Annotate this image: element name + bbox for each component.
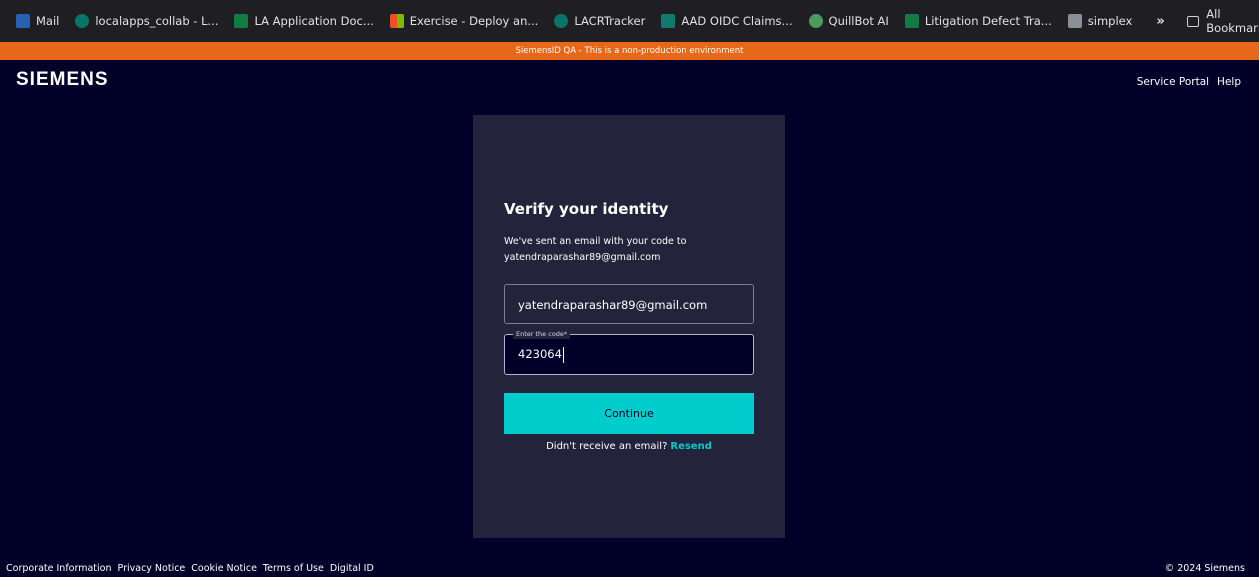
footer-link-privacy-notice[interactable]: Privacy Notice: [118, 563, 186, 574]
bookmark-la-application[interactable]: LA Application Doc...: [228, 9, 379, 33]
aad-icon: [661, 14, 676, 28]
card-title: Verify your identity: [504, 200, 669, 218]
bookmark-quillbot[interactable]: QuillBot AI: [803, 9, 895, 33]
microsoft-icon: [389, 14, 404, 28]
service-portal-link[interactable]: Service Portal: [1137, 76, 1209, 88]
bookmark-exercise[interactable]: Exercise - Deploy an...: [384, 9, 545, 33]
bookmark-lacrtracker[interactable]: LACRTracker: [548, 9, 651, 33]
resend-question: Didn't receive an email?: [546, 441, 668, 452]
all-bookmarks-label: All Bookmarks: [1206, 7, 1259, 35]
footer-link-cookie-notice[interactable]: Cookie Notice: [191, 563, 257, 574]
footer-link-corporate-information[interactable]: Corporate Information: [6, 563, 112, 574]
mail-icon: [16, 14, 30, 28]
environment-banner: SiemensID QA - This is a non-production …: [0, 42, 1259, 60]
bookmark-localapps[interactable]: localapps_collab - L...: [69, 9, 224, 33]
bookmark-label: LA Application Doc...: [254, 14, 374, 28]
bookmark-label: localapps_collab - L...: [95, 14, 219, 28]
bookmark-label: LACRTracker: [574, 14, 646, 28]
bookmark-label: Exercise - Deploy an...: [409, 14, 539, 28]
code-input-value: 423064: [518, 335, 564, 374]
resend-row: Didn't receive an email? Resend: [473, 441, 785, 452]
code-input[interactable]: Enter the code* 423064: [504, 329, 754, 375]
bookmark-mail[interactable]: Mail: [10, 9, 65, 33]
bookmark-label: QuillBot AI: [828, 14, 889, 28]
more-bookmarks-icon[interactable]: »: [1146, 14, 1174, 29]
all-bookmarks-button[interactable]: All Bookmarks: [1186, 7, 1259, 35]
verify-identity-card: Verify your identity We've sent an email…: [473, 115, 785, 538]
continue-button[interactable]: Continue: [504, 393, 754, 434]
bookmark-aad-oidc[interactable]: AAD OIDC Claims...: [655, 9, 798, 33]
help-link[interactable]: Help: [1217, 76, 1241, 88]
copyright: © 2024 Siemens: [1164, 563, 1245, 574]
bookmark-simplex[interactable]: simplex: [1062, 9, 1139, 33]
resend-link[interactable]: Resend: [670, 441, 712, 452]
footer-link-digital-id[interactable]: Digital ID: [330, 563, 374, 574]
bookmarks-bar: Mail localapps_collab - L... LA Applicat…: [0, 0, 1259, 42]
sharepoint-icon: [554, 14, 569, 28]
bookmark-label: AAD OIDC Claims...: [681, 14, 793, 28]
bookmark-litigation[interactable]: Litigation Defect Tra...: [899, 9, 1058, 33]
siemens-logo[interactable]: SIEMENS: [16, 69, 109, 91]
sharepoint-icon: [75, 14, 90, 28]
bookmark-label: simplex: [1087, 14, 1133, 28]
card-description: We've sent an email with your code to ya…: [504, 236, 687, 263]
simplex-icon: [1067, 14, 1082, 28]
footer-link-terms-of-use[interactable]: Terms of Use: [263, 563, 324, 574]
bookmark-label: Mail: [36, 14, 60, 28]
quillbot-icon: [808, 14, 823, 28]
email-field[interactable]: yatendraparashar89@gmail.com: [504, 284, 754, 324]
code-text: 423064: [518, 347, 562, 361]
bookmark-label: Litigation Defect Tra...: [924, 14, 1052, 28]
folder-icon: [1186, 15, 1200, 27]
footer-links: Corporate Information Privacy Notice Coo…: [6, 563, 374, 574]
excel-icon: [904, 14, 919, 28]
excel-icon: [234, 14, 249, 28]
header-links: Service Portal Help: [1137, 76, 1241, 88]
text-caret: [562, 346, 564, 363]
